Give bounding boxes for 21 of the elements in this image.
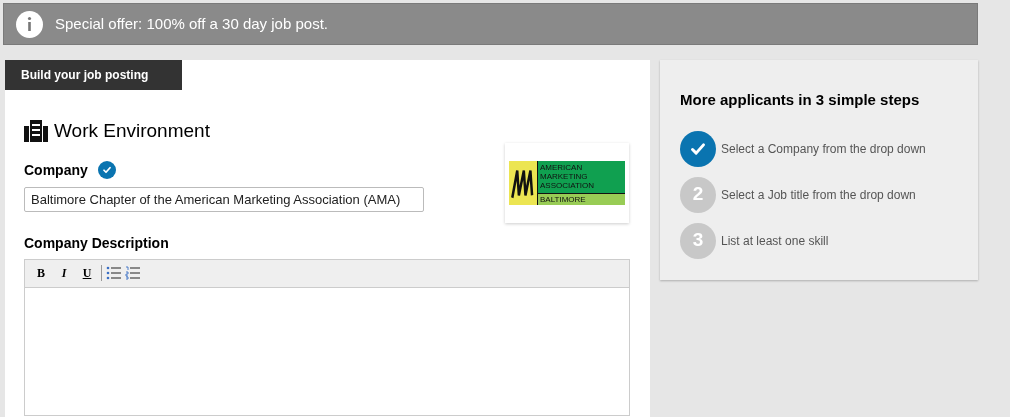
numbered-list-icon[interactable] xyxy=(125,266,141,280)
posting-tab[interactable]: Build your job posting xyxy=(5,60,182,90)
step-text: Select a Job title from the drop down xyxy=(721,186,916,204)
company-field[interactable]: Baltimore Chapter of the American Marketing Association (AMA) xyxy=(24,186,424,212)
logo-text: ASSOCIATION xyxy=(540,181,596,190)
building-icon xyxy=(24,119,48,144)
field-label: Company Description xyxy=(24,233,170,253)
format-button[interactable]: I xyxy=(54,263,74,283)
step-text: List at least one skill xyxy=(721,232,829,250)
bullet-list-icon[interactable] xyxy=(106,266,122,280)
format-button[interactable]: U xyxy=(77,263,97,283)
panel-title: More applicants in 3 simple steps xyxy=(680,90,921,110)
section-title: Work Environment xyxy=(54,119,210,143)
editor[interactable]: B I U xyxy=(24,258,630,416)
format-button[interactable]: B xyxy=(31,263,51,283)
logo-text: MARKETING xyxy=(540,172,589,181)
offer-text: Special offer: 100% off a 30 day job post. xyxy=(55,13,328,34)
field-label: Company xyxy=(24,160,88,180)
info-icon xyxy=(16,10,43,38)
logo-text: AMERICAN xyxy=(540,163,584,172)
step-text: Select a Company from the drop down xyxy=(721,140,926,158)
